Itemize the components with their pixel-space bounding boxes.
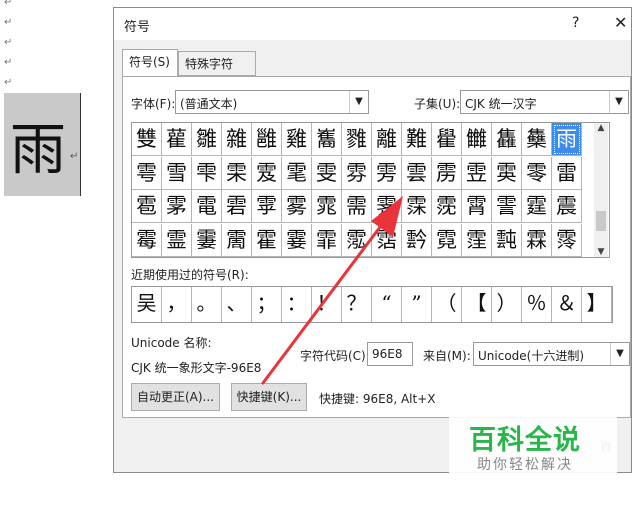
arrow-shaft — [261, 221, 385, 385]
watermark-title: 百科全说 — [469, 425, 581, 456]
watermark-subtitle: 助你轻松解决 — [477, 457, 573, 473]
watermark-logo: 百科全说 助你轻松解决 — [449, 412, 617, 482]
